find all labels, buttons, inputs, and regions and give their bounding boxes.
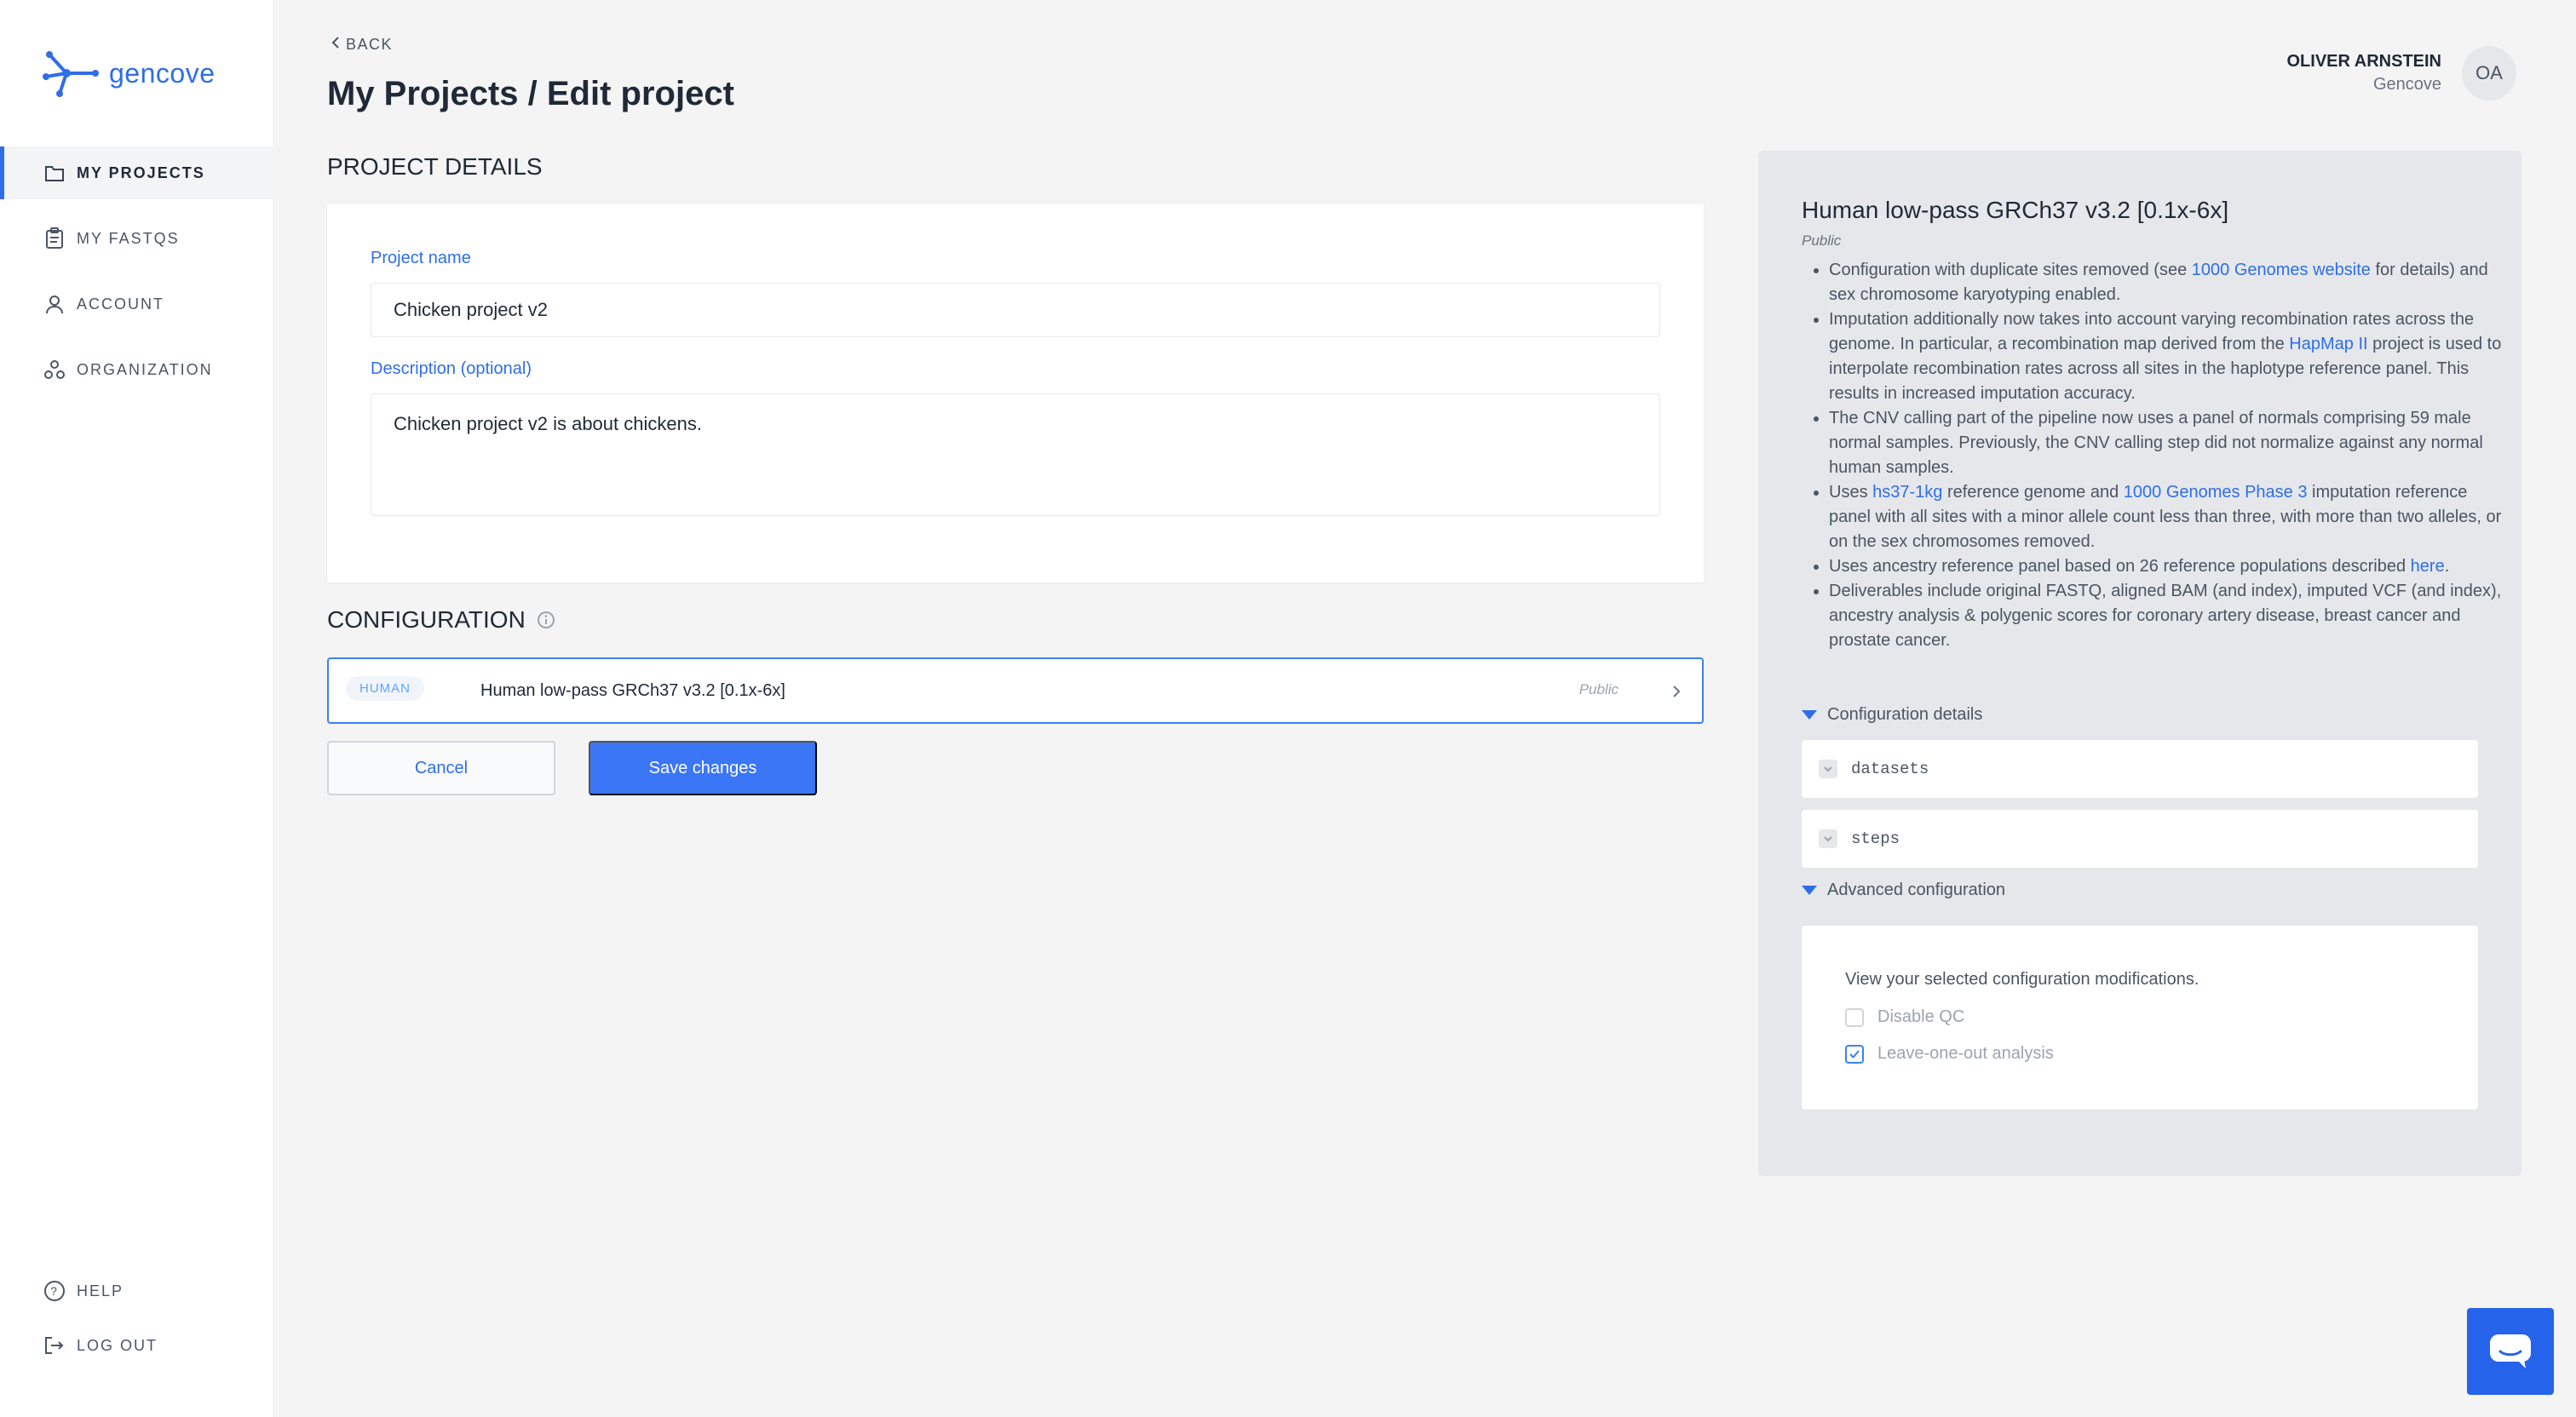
- chat-icon: [2490, 1334, 2531, 1368]
- svg-text:?: ?: [50, 1284, 59, 1298]
- advanced-configuration-card: View your selected configuration modific…: [1802, 926, 2478, 1110]
- gencove-logo[interactable]: gencove: [41, 48, 215, 99]
- user-icon: [43, 292, 66, 316]
- description-textarea[interactable]: Chicken project v2 is about chickens.: [371, 393, 1660, 516]
- bullet-text: Uses ancestry reference panel based on 2…: [1829, 557, 2411, 576]
- nav-item-help[interactable]: ? HELP: [0, 1265, 273, 1317]
- configuration-info-panel: Human low-pass GRCh37 v3.2 [0.1x-6x] Pub…: [1758, 151, 2521, 1176]
- chevron-right-icon: [1666, 681, 1687, 702]
- disable-qc-label: Disable QC: [1877, 1007, 1965, 1026]
- steps-label: steps: [1851, 829, 1900, 848]
- project-details-heading: PROJECT DETAILS: [327, 153, 543, 180]
- chevron-down-icon: [1819, 829, 1837, 848]
- configuration-details-label: Configuration details: [1827, 705, 1983, 724]
- cancel-button[interactable]: Cancel: [327, 741, 555, 795]
- leave-one-out-checkbox: [1845, 1044, 1864, 1064]
- info-icon[interactable]: [536, 610, 556, 630]
- configuration-visibility: Public: [1578, 681, 1619, 697]
- user-name: OLIVER ARNSTEIN: [2286, 52, 2442, 71]
- configuration-name: Human low-pass GRCh37 v3.2 [0.1x-6x]: [480, 681, 785, 700]
- user-menu[interactable]: OLIVER ARNSTEIN Gencove OA: [2287, 46, 2516, 100]
- configuration-tag: HUMAN: [346, 676, 424, 701]
- advanced-configuration-toggle[interactable]: Advanced configuration: [1802, 881, 2005, 900]
- bullet-text: .: [2444, 557, 2450, 576]
- caret-down-icon: [1802, 710, 1817, 720]
- user-info: OLIVER ARNSTEIN Gencove: [2287, 52, 2442, 95]
- chevron-left-icon: [331, 36, 341, 54]
- save-changes-button[interactable]: Save changes: [589, 741, 817, 795]
- nav-item-label: MY FASTQS: [77, 229, 180, 247]
- bullet-text: Configuration with duplicate sites remov…: [1829, 261, 2192, 279]
- chat-launcher-button[interactable]: [2467, 1308, 2554, 1395]
- configuration-details-toggle[interactable]: Configuration details: [1802, 705, 1982, 725]
- folder-icon: [43, 161, 66, 185]
- list-item: Uses hs37-1kg reference genome and 1000 …: [1829, 480, 2510, 554]
- description-label: Description (optional): [371, 359, 532, 378]
- chevron-down-icon: [1819, 760, 1837, 778]
- project-name-label: Project name: [371, 249, 471, 267]
- advanced-configuration-description: View your selected configuration modific…: [1845, 970, 2199, 989]
- nav-item-label: MY PROJECTS: [77, 164, 205, 181]
- leave-one-out-option: Leave-one-out analysis: [1845, 1044, 2054, 1064]
- panel-visibility: Public: [1802, 232, 1842, 249]
- bottom-nav: ? HELP LOG OUT: [0, 1265, 273, 1385]
- nav-item-account[interactable]: ACCOUNT: [0, 278, 273, 330]
- sidebar: gencove MY PROJECTS MY FASTQS ACCOUNT OR…: [0, 0, 273, 1417]
- nav-item-label: LOG OUT: [77, 1336, 158, 1354]
- nav-item-label: ORGANIZATION: [77, 360, 213, 378]
- back-link[interactable]: BACK: [331, 36, 393, 54]
- back-label: BACK: [346, 36, 394, 53]
- selected-configuration[interactable]: HUMAN Human low-pass GRCh37 v3.2 [0.1x-6…: [327, 657, 1704, 724]
- advanced-configuration-label: Advanced configuration: [1827, 881, 2006, 899]
- caret-down-icon: [1802, 886, 1817, 895]
- bullet-text: Uses: [1829, 483, 1873, 502]
- panel-title: Human low-pass GRCh37 v3.2 [0.1x-6x]: [1802, 197, 2229, 223]
- configuration-heading-text: CONFIGURATION: [327, 606, 526, 633]
- nav-item-my-projects[interactable]: MY PROJECTS: [0, 146, 273, 199]
- checkmark-icon: [1849, 1049, 1860, 1058]
- configuration-description-list: Configuration with duplicate sites remov…: [1802, 258, 2510, 653]
- 1000-genomes-website-link[interactable]: 1000 Genomes website: [2192, 261, 2371, 279]
- help-icon: ?: [43, 1279, 66, 1303]
- gencove-logo-icon: [43, 51, 99, 97]
- organization-icon: [43, 358, 66, 382]
- project-details-card: Project name Description (optional) Chic…: [327, 204, 1704, 582]
- disable-qc-checkbox: [1845, 1007, 1864, 1027]
- nav-item-label: HELP: [77, 1282, 124, 1299]
- project-name-input[interactable]: [371, 283, 1660, 337]
- steps-row[interactable]: steps: [1802, 810, 2478, 868]
- brand-name: gencove: [109, 57, 216, 89]
- main-nav: MY PROJECTS MY FASTQS ACCOUNT ORGANIZATI…: [0, 146, 273, 409]
- page-title: My Projects / Edit project: [327, 75, 734, 112]
- list-item: Deliverables include original FASTQ, ali…: [1829, 579, 2510, 653]
- logout-icon: [43, 1334, 66, 1357]
- disable-qc-option: Disable QC: [1845, 1007, 1964, 1027]
- configuration-heading: CONFIGURATION: [327, 606, 556, 634]
- clipboard-icon: [43, 227, 66, 250]
- 1000-genomes-phase3-link[interactable]: 1000 Genomes Phase 3: [2124, 483, 2308, 502]
- avatar[interactable]: OA: [2462, 46, 2516, 100]
- datasets-label: datasets: [1851, 760, 1929, 778]
- list-item: Imputation additionally now takes into a…: [1829, 307, 2510, 406]
- leave-one-out-label: Leave-one-out analysis: [1877, 1044, 2054, 1063]
- hs37-1kg-link[interactable]: hs37-1kg: [1872, 483, 1942, 502]
- nav-item-log-out[interactable]: LOG OUT: [0, 1319, 273, 1372]
- list-item: Configuration with duplicate sites remov…: [1829, 258, 2510, 307]
- nav-item-label: ACCOUNT: [77, 295, 164, 313]
- list-item: The CNV calling part of the pipeline now…: [1829, 406, 2510, 480]
- nav-item-my-fastqs[interactable]: MY FASTQS: [0, 212, 273, 265]
- datasets-row[interactable]: datasets: [1802, 740, 2478, 798]
- list-item: Uses ancestry reference panel based on 2…: [1829, 554, 2510, 579]
- nav-item-organization[interactable]: ORGANIZATION: [0, 343, 273, 396]
- bullet-text: reference genome and: [1942, 483, 2124, 502]
- ancestry-reference-link[interactable]: here: [2411, 557, 2445, 576]
- hapmap-link[interactable]: HapMap II: [2289, 335, 2367, 353]
- user-organization: Gencove: [2372, 75, 2441, 94]
